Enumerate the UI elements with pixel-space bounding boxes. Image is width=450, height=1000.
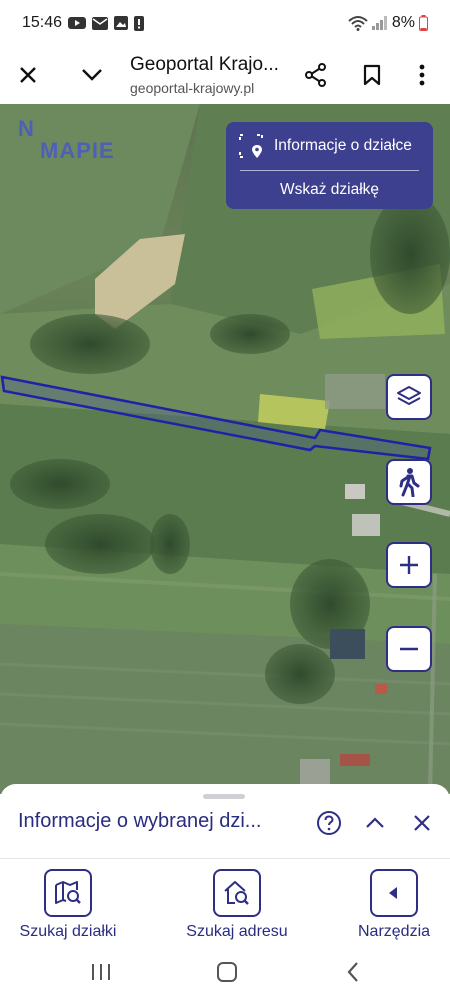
help-button[interactable]: [314, 808, 344, 838]
chevron-down-icon: [82, 69, 102, 81]
bookmark-button[interactable]: [352, 55, 392, 95]
more-menu-button[interactable]: [402, 55, 442, 95]
bottom-toolbar: Szukaj działki Szukaj adresu Narzędzia: [0, 858, 450, 942]
sheet-title: Informacje o wybranej dzi...: [18, 810, 262, 832]
status-bar: 15:46 8%: [0, 0, 450, 46]
recent-apps-button[interactable]: [86, 958, 116, 986]
page-url: geoportal-krajowy.pl: [130, 80, 255, 96]
close-sheet-button[interactable]: [407, 808, 437, 838]
back-icon: [347, 962, 358, 982]
expand-sheet-button[interactable]: [360, 808, 390, 838]
bookmark-icon: [363, 64, 381, 86]
tab-search-parcel[interactable]: Szukaj działki: [8, 869, 128, 941]
signal-icon: [371, 16, 387, 30]
bottom-sheet[interactable]: Informacje o wybranej dzi...: [0, 784, 450, 858]
tab-label: Szukaj adresu: [186, 923, 288, 940]
more-vert-icon: [419, 64, 425, 86]
close-tab-button[interactable]: [8, 55, 48, 95]
wifi-icon: [348, 16, 368, 31]
layers-button[interactable]: [386, 374, 432, 420]
battery-percent: 8%: [391, 14, 415, 31]
tools-button[interactable]: [370, 869, 418, 917]
tab-label: Szukaj działki: [19, 923, 117, 940]
point-parcel-label: Wskaż działkę: [279, 181, 380, 198]
collapse-button[interactable]: [72, 55, 112, 95]
logo-line-1: N: [18, 116, 35, 141]
street-view-button[interactable]: [386, 459, 432, 505]
home-icon: [217, 962, 237, 982]
map-view[interactable]: N MAPIE Informacje o działce Wskaż dział…: [0, 104, 450, 794]
parcel-info-button[interactable]: Informacje o działce: [226, 122, 433, 170]
point-parcel-button[interactable]: Wskaż działkę: [226, 171, 433, 209]
zoom-out-icon: [400, 647, 418, 651]
parcel-info-label: Informacje o działce: [274, 137, 412, 154]
page-title: Geoportal Krajo...: [130, 54, 279, 75]
zoom-in-button[interactable]: [386, 542, 432, 588]
system-navigation-bar: [0, 942, 450, 1000]
select-location-icon: [239, 134, 263, 158]
chevron-up-icon: [366, 817, 384, 828]
share-button[interactable]: [296, 55, 336, 95]
back-button[interactable]: [338, 958, 368, 986]
home-search-icon: [224, 881, 249, 905]
search-address-button[interactable]: [213, 869, 261, 917]
parcel-info-panel: Informacje o działce Wskaż działkę: [226, 122, 433, 209]
status-time: 15:46: [22, 14, 63, 31]
zoom-in-icon: [400, 556, 418, 574]
page-title-area[interactable]: Geoportal Krajo... geoportal-krajowy.pl: [112, 54, 296, 96]
browser-toolbar: Geoportal Krajo... geoportal-krajowy.pl: [0, 46, 450, 104]
map-search-icon: [55, 881, 81, 904]
sheet-drag-handle[interactable]: [203, 794, 245, 799]
close-icon: [20, 67, 36, 83]
tab-search-address[interactable]: Szukaj adresu: [177, 869, 297, 941]
tab-label: Narzędzia: [357, 923, 431, 940]
home-button[interactable]: [212, 958, 242, 986]
pedestrian-icon: [399, 468, 420, 497]
mail-icon: [92, 16, 109, 30]
youtube-icon: [68, 17, 87, 29]
na-mapie-logo: N MAPIE: [18, 118, 115, 162]
alert-icon: [134, 15, 145, 31]
layers-icon: [397, 386, 421, 405]
logo-line-2: MAPIE: [40, 138, 115, 163]
recent-apps-icon: [92, 964, 110, 980]
help-icon: [317, 811, 341, 835]
zoom-out-button[interactable]: [386, 626, 432, 672]
battery-icon: [419, 15, 428, 31]
share-icon: [305, 63, 326, 87]
tools-arrow-icon: [389, 887, 397, 899]
image-icon: [114, 16, 129, 30]
search-parcel-button[interactable]: [44, 869, 92, 917]
close-icon: [414, 815, 430, 831]
tab-tools[interactable]: Narzędzia: [334, 869, 450, 941]
